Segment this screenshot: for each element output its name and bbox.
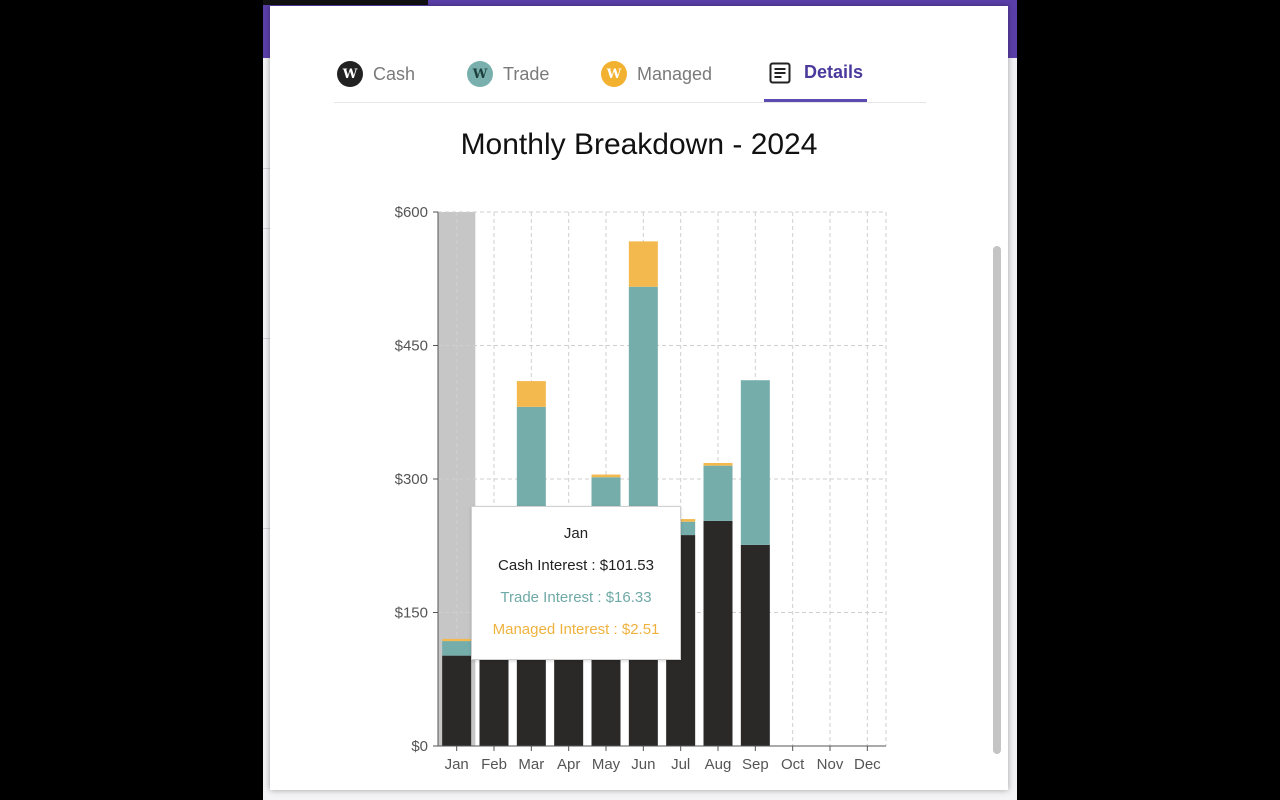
tooltip-cash-line: Cash Interest : $101.53	[498, 557, 654, 574]
bar-mar-managed-interest	[516, 381, 546, 407]
x-tick-label: Sep	[742, 756, 769, 773]
x-tick-label: Oct	[781, 756, 805, 773]
tooltip-title: Jan	[563, 525, 589, 542]
y-tick-label: $150	[395, 605, 428, 622]
x-tick-label: Dec	[854, 756, 881, 773]
bar-apr-cash-interest	[554, 657, 584, 746]
x-tick-label: Feb	[481, 756, 507, 773]
scrollbar[interactable]	[993, 246, 1001, 754]
details-panel: W Cash W Trade W Managed Details Monthly…	[270, 6, 1008, 790]
x-tick-label: Nov	[817, 756, 844, 773]
bar-feb-cash-interest	[479, 657, 509, 746]
bar-mar-cash-interest	[516, 657, 546, 746]
bar-jan-cash-interest	[442, 655, 472, 746]
y-tick-label: $300	[395, 471, 428, 488]
chart-tooltip: Jan Cash Interest : $101.53 Trade Intere…	[471, 506, 681, 660]
bar-jan-managed-interest	[442, 638, 472, 642]
tooltip-managed-line: Managed Interest : $2.51	[492, 621, 660, 638]
x-tick-label: Jul	[671, 756, 690, 773]
bar-jan-trade-interest	[442, 641, 472, 656]
y-tick-label: $600	[395, 204, 428, 221]
tooltip-trade-line: Trade Interest : $16.33	[500, 589, 652, 606]
bar-may-cash-interest	[591, 657, 621, 746]
x-tick-label: Jan	[445, 756, 469, 773]
bar-jun-managed-interest	[628, 241, 658, 287]
bar-aug-cash-interest	[703, 520, 733, 746]
bar-aug-managed-interest	[703, 462, 733, 466]
x-tick-label: Jun	[631, 756, 655, 773]
bar-jun-cash-interest	[628, 657, 658, 746]
x-tick-label: May	[592, 756, 621, 773]
top-bar-fragment	[263, 0, 428, 5]
y-tick-label: $450	[395, 338, 428, 355]
x-tick-label: Aug	[705, 756, 732, 773]
bar-aug-trade-interest	[703, 465, 733, 521]
bar-sep-cash-interest	[740, 544, 770, 746]
bar-may-managed-interest	[591, 474, 621, 478]
x-tick-label: Mar	[518, 756, 544, 773]
monthly-breakdown-chart: $0 $150 $300 $450 $600 Jan Feb Mar Apr May Jun Jul…	[395, 204, 887, 773]
y-tick-label: $0	[411, 738, 428, 755]
x-tick-label: Apr	[557, 756, 580, 773]
bar-sep-trade-interest	[740, 380, 770, 545]
